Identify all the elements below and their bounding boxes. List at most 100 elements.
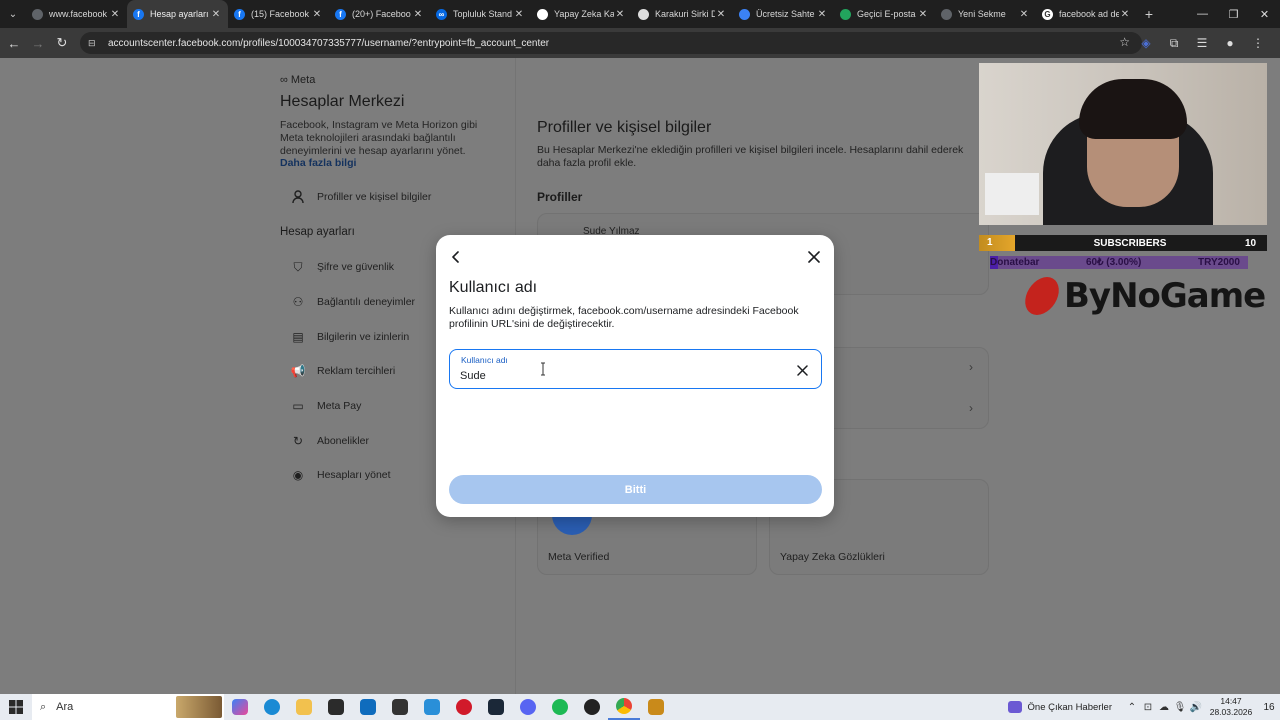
sidebar-item[interactable]: 📢 Reklam tercihleri [290, 363, 396, 379]
taskbar-search[interactable]: ⌕ Ara [32, 694, 224, 720]
username-input[interactable] [460, 368, 780, 384]
browser-tab[interactable]: Gfacebook ad de ✕ [1036, 0, 1137, 28]
tab-close-icon[interactable]: ✕ [311, 9, 323, 20]
donate-amount: 60₺ (3.00%) [1086, 257, 1142, 268]
browser-tab[interactable]: Karakuri Sirki D ✕ [632, 0, 733, 28]
tab-close-icon[interactable]: ✕ [210, 9, 222, 20]
extension-icon[interactable]: ◈ [1132, 36, 1160, 50]
sidebar-item[interactable]: ▤ Bilgilerin ve izinlerin [290, 329, 409, 345]
learn-more-link[interactable]: Daha fazla bilgi [280, 157, 356, 169]
tab-favicon-icon [638, 8, 649, 20]
url-text: accountscenter.facebook.com/profiles/100… [108, 37, 550, 49]
close-icon[interactable] [804, 247, 824, 267]
tab-title: facebook ad de [1059, 9, 1119, 19]
browser-tab[interactable]: f (15) Facebook ✕ [228, 0, 329, 28]
browser-tab[interactable]: f (20+) Faceboo ✕ [329, 0, 430, 28]
chevron-right-icon: › [969, 360, 973, 374]
meta-logo: ∞ Meta [280, 74, 316, 86]
notification-badge[interactable]: 16 [1258, 702, 1280, 713]
sidebar-item-profiles[interactable]: Profiller ve kişisel bilgiler [290, 189, 431, 205]
tab-close-icon[interactable]: ✕ [412, 9, 424, 20]
taskbar-app-outlook-icon[interactable] [352, 694, 384, 720]
tab-close-icon[interactable]: ✕ [109, 9, 121, 20]
site-info-icon[interactable]: ⊟ [88, 38, 100, 48]
cloud-icon[interactable]: ☁ [1156, 702, 1172, 713]
sidebar-item-label: Meta Pay [317, 400, 362, 412]
taskbar-app-vscode-icon[interactable] [416, 694, 448, 720]
new-tab-button[interactable]: + [1137, 6, 1161, 22]
taskbar-app-opera-icon[interactable] [448, 694, 480, 720]
username-field[interactable]: Kullanıcı adı [449, 349, 822, 389]
back-arrow-icon[interactable]: ← [2, 28, 26, 58]
restore-icon[interactable]: ❐ [1218, 0, 1249, 28]
tab-search-button[interactable]: ⌄ [0, 0, 26, 28]
tab-close-icon[interactable]: ✕ [917, 9, 929, 20]
done-button[interactable]: Bitti [449, 475, 822, 504]
username-field-label: Kullanıcı adı [461, 355, 508, 365]
news-widget[interactable]: Öne Çıkan Haberler [1007, 701, 1112, 713]
windows-start-icon[interactable] [0, 694, 32, 720]
subscribers-goal: 10 [1245, 237, 1257, 249]
extensions-puzzle-icon[interactable]: ⧉ [1160, 36, 1188, 51]
taskbar-app-steam-icon[interactable] [480, 694, 512, 720]
address-bar[interactable]: ⊟ accountscenter.facebook.com/profiles/1… [80, 32, 1142, 54]
taskbar-app-chrome-icon[interactable] [608, 694, 640, 720]
forward-arrow-icon[interactable]: → [26, 28, 50, 58]
reload-icon[interactable]: ↻ [50, 28, 74, 58]
tab-title: Ücretsiz Sahte [756, 9, 815, 19]
tray-app-icon[interactable]: ⊡ [1140, 702, 1156, 713]
tab-title: Yeni Sekme [958, 9, 1006, 19]
tab-title: Topluluk Stand [453, 9, 513, 19]
clock-date: 28.03.2026 [1209, 707, 1253, 717]
taskbar-app-explorer-icon[interactable] [288, 694, 320, 720]
tab-favicon-icon: f [335, 8, 346, 20]
taskbar-app-security-icon[interactable] [384, 694, 416, 720]
browser-tab[interactable]: Yeni Sekme ✕ [935, 0, 1036, 28]
username-dialog: Kullanıcı adı Kullanıcı adını değiştirme… [436, 235, 834, 517]
tab-close-icon[interactable]: ✕ [715, 9, 727, 20]
sidebar-item[interactable]: ⛉ Şifre ve güvenlik [290, 259, 394, 275]
tab-close-icon[interactable]: ✕ [816, 9, 828, 20]
clear-field-icon[interactable] [793, 361, 811, 379]
chevron-up-icon[interactable]: ⌃ [1124, 702, 1140, 713]
browser-tab[interactable]: Yapay Zeka Ka ✕ [531, 0, 632, 28]
browser-tab[interactable]: ∞ Topluluk Stand ✕ [430, 0, 531, 28]
user-circle-icon: ◉ [292, 468, 304, 482]
sidebar-item[interactable]: ◉ Hesapları yönet [290, 467, 391, 483]
taskbar-app-copilot-icon[interactable] [224, 694, 256, 720]
tab-favicon-icon [739, 8, 750, 20]
tab-close-icon[interactable]: ✕ [614, 9, 626, 20]
taskbar-app-spotify-icon[interactable] [544, 694, 576, 720]
browser-tab[interactable]: f Hesap ayarları ✕ [127, 0, 228, 28]
close-window-icon[interactable]: ✕ [1249, 0, 1280, 28]
taskbar-app-obs-icon[interactable] [576, 694, 608, 720]
sidebar-item[interactable]: ↻ Abonelikler [290, 433, 369, 449]
tab-close-icon[interactable]: ✕ [1119, 9, 1131, 20]
browser-tab[interactable]: www.facebook ✕ [26, 0, 127, 28]
minimize-icon[interactable]: — [1187, 0, 1218, 28]
tab-close-icon[interactable]: ✕ [1018, 9, 1030, 20]
taskbar-app-audio-icon[interactable] [640, 694, 672, 720]
taskbar-app-edge-icon[interactable] [256, 694, 288, 720]
microphone-icon[interactable]: 🎙 [1172, 702, 1188, 713]
back-arrow-icon[interactable] [446, 247, 466, 267]
reading-list-icon[interactable]: ☰ [1188, 36, 1216, 50]
sidebar-item[interactable]: ⚇ Bağlantılı deneyimler [290, 294, 415, 310]
clock[interactable]: 14:47 28.03.2026 [1204, 696, 1258, 718]
accounts-center-description: Facebook, Instagram ve Meta Horizon gibi… [280, 119, 478, 157]
subscribers-bar: 1 SUBSCRIBERS 10 [979, 235, 1267, 251]
sidebar-item-label: Bağlantılı deneyimler [317, 296, 416, 308]
bookmark-star-icon[interactable]: ☆ [1119, 35, 1130, 49]
refresh-icon: ↻ [292, 434, 304, 448]
taskbar-app-discord-icon[interactable] [512, 694, 544, 720]
profiles-heading: Profiller [537, 190, 583, 204]
volume-icon[interactable]: 🔊 [1188, 702, 1204, 713]
sidebar-item[interactable]: ▭ Meta Pay [290, 398, 361, 414]
profile-avatar-icon[interactable]: ● [1216, 36, 1244, 50]
browser-menu-icon[interactable]: ⋮ [1244, 36, 1272, 50]
browser-tab[interactable]: Geçici E-posta ✕ [834, 0, 935, 28]
taskbar-app-store-icon[interactable] [320, 694, 352, 720]
browser-tab[interactable]: Ücretsiz Sahte ✕ [733, 0, 834, 28]
megaphone-icon: 📢 [290, 364, 306, 378]
tab-close-icon[interactable]: ✕ [513, 9, 525, 20]
